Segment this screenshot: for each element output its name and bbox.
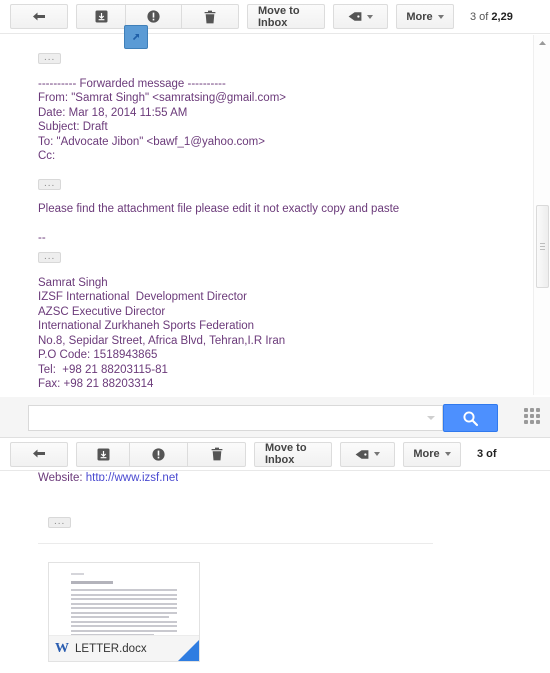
ellipsis-label: ... [38, 178, 62, 190]
signature-title-2: AZSC Executive Director [38, 305, 166, 318]
word-doc-icon: W [55, 640, 69, 656]
signature-telephone: Tel: +98 21 88203115-81 [38, 363, 168, 376]
move-to-inbox-button[interactable]: Move to Inbox [247, 4, 325, 29]
chevron-down-icon [437, 14, 444, 19]
chevron-down-icon [367, 14, 373, 19]
gmail-message-view: Move to Inbox More 3 of 2,29 ... -------… [0, 0, 550, 673]
signature-po-code: P.O Code: 1518943865 [38, 349, 158, 361]
forwarded-message-content: ... ---------- Forwarded message -------… [38, 40, 508, 395]
scroll-up-arrow-icon [538, 40, 547, 46]
back-arrow-icon [32, 448, 47, 460]
back-arrow-icon [32, 11, 47, 23]
top-toolbar: Move to Inbox More 3 of 2,29 [0, 0, 550, 34]
delete-button-bottom[interactable] [188, 441, 246, 467]
attachment-info-bar: W LETTER.docx [49, 635, 199, 661]
archive-icon [97, 448, 110, 461]
message-actions-group-bottom [76, 441, 246, 467]
scroll-up-button[interactable] [534, 35, 550, 50]
labels-button-bottom[interactable] [340, 441, 395, 467]
counter-number: 2,29 [491, 10, 513, 23]
label-tag-icon [355, 448, 369, 461]
signature-organization: International Zurkhaneh Sports Federatio… [38, 320, 255, 332]
trash-icon [204, 10, 216, 24]
delete-button[interactable] [182, 4, 239, 29]
expand-trimmed-content-button-1[interactable]: ... [38, 52, 508, 67]
ellipsis-label: ... [38, 53, 62, 65]
signature-title-1: IZSF International Development Director [38, 291, 248, 303]
forwarded-divider: ---------- Forwarded message ---------- [38, 77, 226, 90]
message-body-pane: ... ---------- Forwarded message -------… [0, 35, 550, 395]
move-to-inbox-button-bottom[interactable]: Move to Inbox [254, 441, 332, 467]
back-to-inbox-button[interactable] [10, 4, 68, 29]
forward-from-line: From: "Samrat Singh" <samratsing@gmail.c… [38, 92, 287, 104]
clipped-website-url[interactable]: http://www.izsf.net [86, 472, 179, 481]
forward-cc-line: Cc: [38, 150, 56, 162]
expand-trimmed-content-button-3[interactable]: ... [38, 251, 508, 266]
chevron-down-icon [444, 452, 451, 456]
forward-to-line: To: "Advocate Jibon" <bawf_1@yahoo.com> [38, 135, 265, 148]
message-counter-bottom: 3 of [477, 448, 497, 460]
clipped-website-line: Website: http://www.izsf.net [38, 472, 178, 481]
more-label: More [406, 10, 433, 23]
message-counter: 3 of 2,29 [470, 11, 513, 23]
open-in-new-window-icon [129, 30, 143, 44]
scrollbar-thumb[interactable] [536, 205, 549, 288]
scrollbar-grip-icon [540, 241, 545, 252]
archive-icon [95, 10, 108, 23]
bottom-toolbar: Move to Inbox More 3 of [0, 437, 550, 471]
ellipsis-label: ... [38, 252, 62, 264]
signature-name: Samrat Singh [38, 276, 108, 289]
report-spam-icon [147, 10, 160, 23]
move-to-inbox-label: Move to Inbox [265, 442, 307, 466]
report-spam-button-bottom[interactable] [130, 441, 188, 467]
more-label: More [413, 448, 440, 460]
search-icon [462, 410, 479, 427]
open-in-new-window-indicator[interactable] [124, 25, 148, 49]
counter-prefix: 3 of [470, 10, 492, 23]
attachment-preview-thumbnail [49, 563, 199, 635]
apps-grid-icon[interactable] [524, 408, 542, 426]
archive-button[interactable] [76, 4, 126, 29]
message-actions-group [76, 4, 239, 29]
attachment-filename: LETTER.docx [75, 642, 147, 655]
message-pane-scrollbar[interactable] [533, 35, 550, 395]
move-to-inbox-label: Move to Inbox [258, 4, 300, 29]
attachment-card[interactable]: W LETTER.docx [48, 562, 200, 662]
more-button-bottom[interactable]: More [403, 441, 461, 467]
ellipsis-label: ... [48, 517, 72, 529]
back-to-inbox-button-bottom[interactable] [10, 441, 68, 467]
expand-trimmed-content-button-2[interactable]: ... [38, 178, 508, 193]
label-tag-icon [348, 10, 362, 23]
expand-trimmed-content-button-lower[interactable]: ... [48, 514, 72, 532]
forward-subject-line: Subject: Draft [38, 121, 108, 133]
more-button[interactable]: More [396, 4, 454, 29]
search-box[interactable] [28, 405, 443, 431]
search-input[interactable] [29, 406, 427, 430]
forward-date-line: Date: Mar 18, 2014 11:55 AM [38, 106, 188, 119]
trash-icon [211, 447, 223, 461]
document-preview-lines [71, 573, 177, 635]
labels-button[interactable] [333, 4, 388, 29]
archive-button-bottom[interactable] [76, 441, 130, 467]
attachment-divider [38, 543, 433, 544]
chevron-down-icon[interactable] [427, 416, 435, 420]
search-button[interactable] [443, 404, 498, 432]
signature-dashes: -- [38, 231, 46, 244]
signature-address: No.8, Sepidar Street, Africa Blvd, Tehra… [38, 334, 286, 347]
clipped-website-label: Website: [38, 472, 86, 481]
download-corner-icon[interactable] [178, 640, 199, 661]
signature-fax: Fax: +98 21 88203314 [38, 378, 154, 390]
report-spam-icon [152, 447, 165, 461]
chevron-down-icon [374, 452, 380, 456]
message-body-text: Please find the attachment file please e… [38, 203, 400, 215]
